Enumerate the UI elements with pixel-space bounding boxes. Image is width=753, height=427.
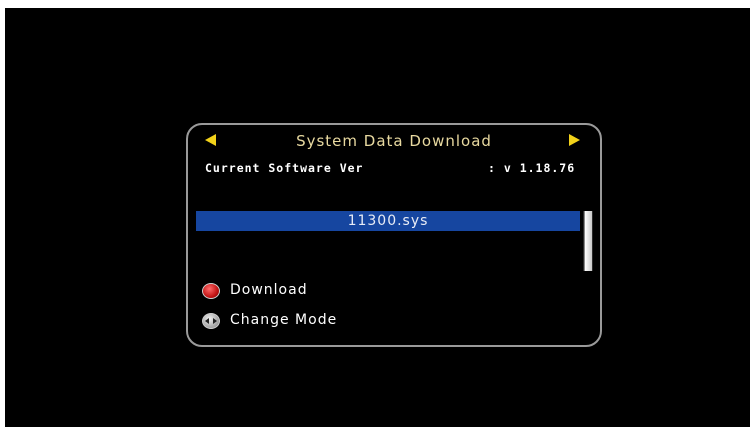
dialog-title: System Data Download	[296, 132, 492, 150]
file-list: 11300.sys	[196, 211, 584, 273]
system-data-download-dialog: System Data Download Current Software Ve…	[186, 123, 602, 347]
file-list-item-selected[interactable]: 11300.sys	[196, 211, 580, 231]
tv-screen: System Data Download Current Software Ve…	[5, 8, 750, 427]
red-button-icon	[202, 283, 220, 299]
change-mode-label: Change Mode	[230, 312, 338, 328]
dialog-header: System Data Download	[188, 125, 600, 157]
download-label: Download	[230, 282, 308, 298]
software-version-value: : v 1.18.76	[488, 161, 576, 175]
right-arrow-icon[interactable]	[569, 134, 580, 146]
software-version-label: Current Software Ver	[205, 161, 364, 175]
scrollbar-thumb[interactable]	[584, 211, 592, 271]
file-list-scrollbar[interactable]	[583, 211, 593, 271]
left-right-button-icon	[202, 313, 220, 329]
